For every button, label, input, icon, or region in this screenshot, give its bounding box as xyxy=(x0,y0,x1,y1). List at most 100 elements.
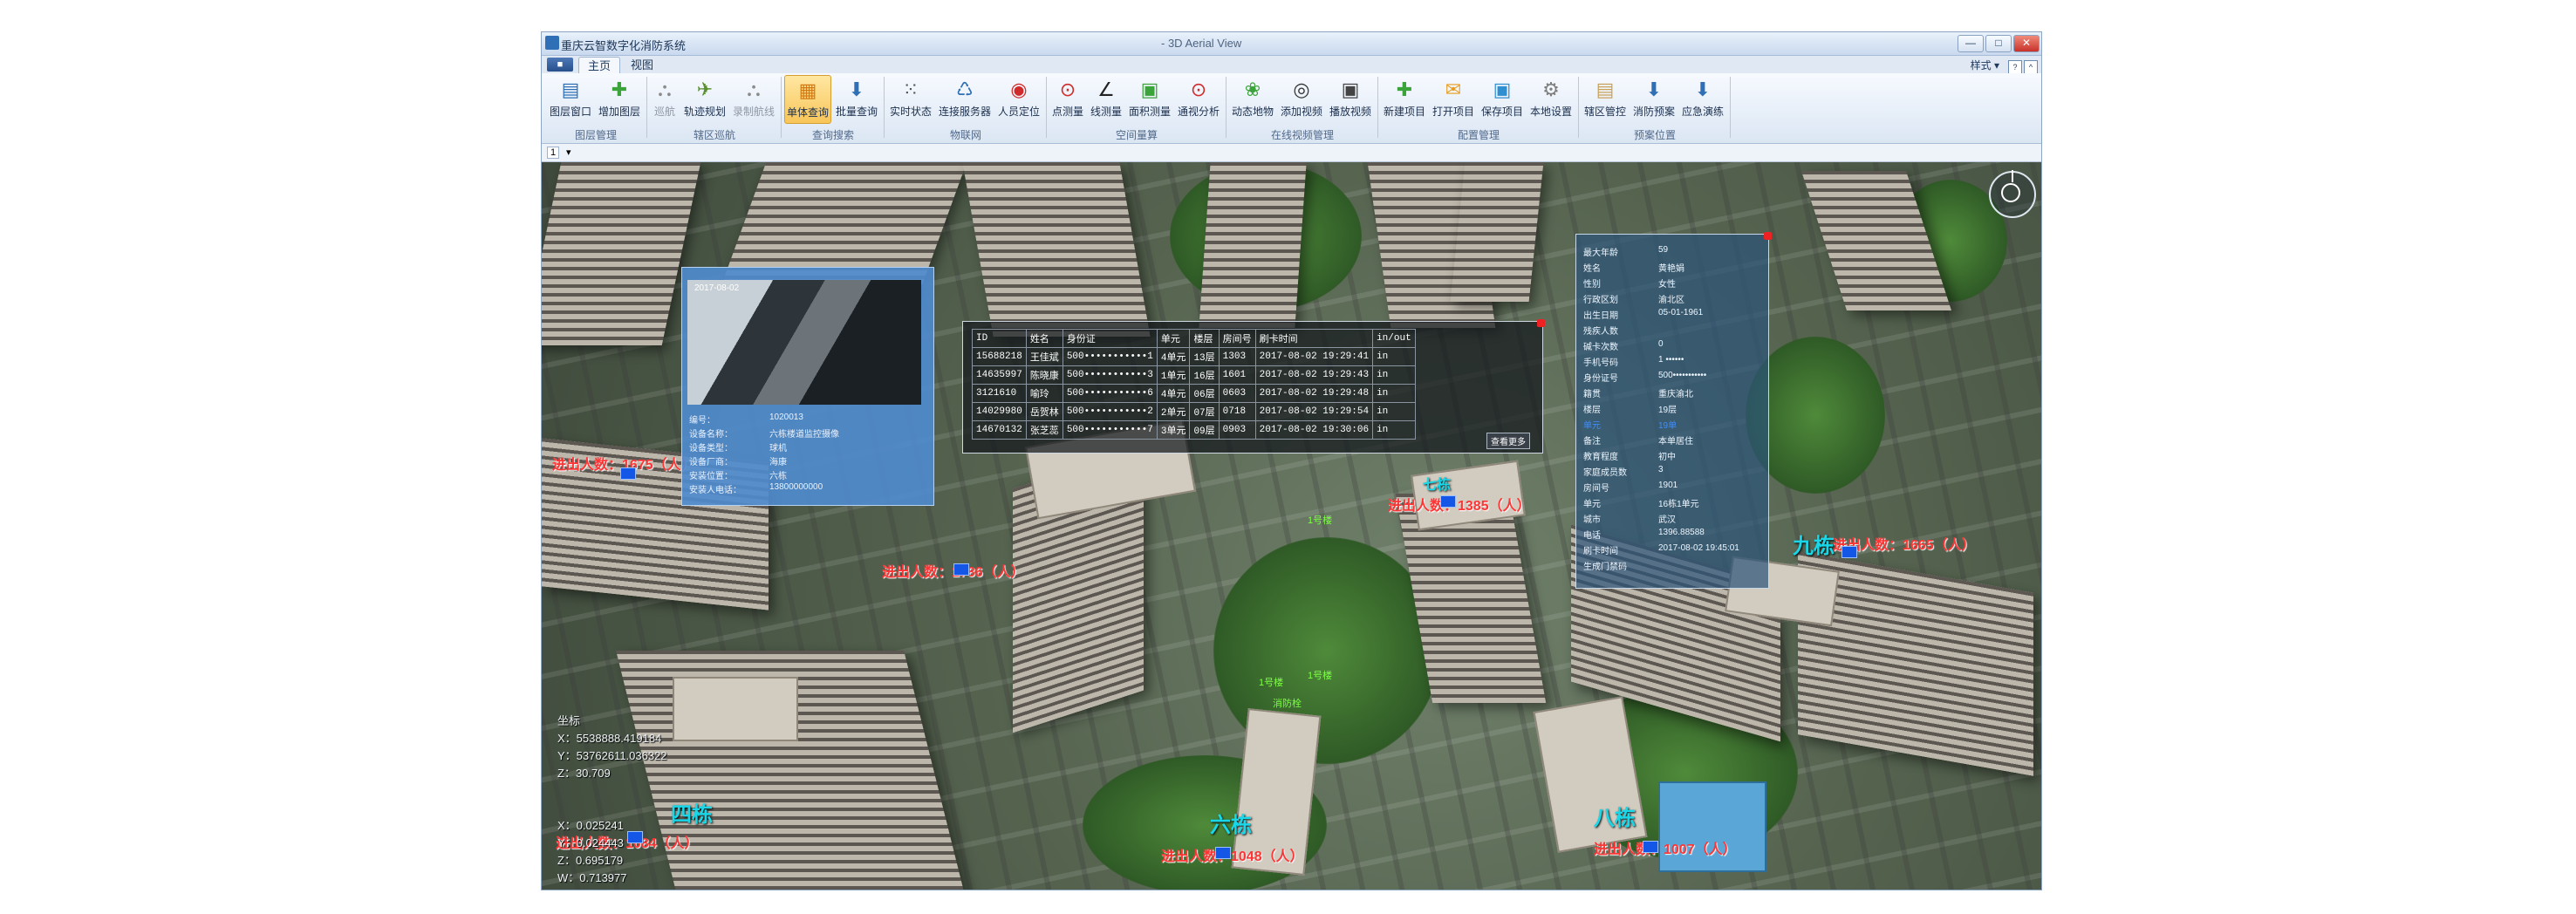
table-cell: 3121610 xyxy=(972,384,1027,403)
ribbon-button-zone-control[interactable]: ▤ 辖区管控 xyxy=(1582,75,1629,124)
video-frame[interactable]: 2017-08-02 xyxy=(687,280,921,405)
ribbon-button-dynamic-feature[interactable]: ❀ 动态地物 xyxy=(1229,75,1276,124)
person-info-value: 初中 xyxy=(1658,453,1676,462)
batch-query-icon: ⬇ xyxy=(848,78,865,100)
table-row[interactable]: 14635997 陈晓康 500•••••••••••3 1单元 16层 1601 2017… xyxy=(972,365,1416,385)
ribbon-button-save[interactable]: ▣ 保存项目 xyxy=(1479,75,1526,124)
ribbon-button-record-route[interactable]: ⛬ 录制航线 xyxy=(730,75,777,124)
coord-x: X：5538888.419184 xyxy=(557,732,662,745)
plus-icon: ✚ xyxy=(611,78,628,100)
minimize-ribbon-icon[interactable]: ^ xyxy=(2024,60,2038,74)
table-row[interactable]: 15688218 王佳斌 500•••••••••••1 4单元 13层 1303 2017… xyxy=(972,347,1416,366)
ribbon-button-label: 单体查询 xyxy=(786,106,829,119)
person-info-label: 生成门禁码 xyxy=(1583,563,1627,572)
table-header-cell[interactable]: 姓名 xyxy=(1025,329,1063,348)
ribbon-button-single-query[interactable]: ▦ 单体查询 xyxy=(784,75,831,124)
map-tag[interactable]: 1号楼 xyxy=(1308,513,1332,527)
ribbon-button-person-locate[interactable]: ◉ 人员定位 xyxy=(995,75,1042,124)
camera-marker-icon[interactable] xyxy=(1643,841,1658,853)
person-info-value: 1396.88588 xyxy=(1658,528,1705,537)
ribbon-button-drill[interactable]: ⬇ 应急演练 xyxy=(1679,75,1726,124)
table-cell: 2017-08-02 19:29:54 xyxy=(1254,402,1374,421)
building-label-4[interactable]: 四栋 xyxy=(671,797,713,828)
table-row[interactable]: 14029980 岳贺林 500•••••••••••2 2单元 07层 0718 2017… xyxy=(972,402,1416,421)
layers-icon: ▤ xyxy=(561,78,580,100)
table-cell: 张芝蕊 xyxy=(1025,420,1063,440)
ribbon-button-add-video[interactable]: ◎ 添加视频 xyxy=(1278,75,1325,124)
table-header-cell[interactable]: 房间号 xyxy=(1218,329,1256,348)
table-header-cell[interactable]: 楼层 xyxy=(1189,329,1220,348)
access-record-popup[interactable]: ID 姓名 身份证 单元 楼层 房间号 刷卡时间 in/out 15688218 王佳斌 500•… xyxy=(962,319,1545,454)
help-icon[interactable]: ? xyxy=(2008,60,2022,74)
page-tab-dropdown-icon[interactable]: ▾ xyxy=(566,147,571,158)
camera-marker-icon[interactable] xyxy=(953,563,969,576)
ribbon-button-road[interactable]: ⛬ 巡航 xyxy=(650,75,680,124)
table-header-cell[interactable]: 刷卡时间 xyxy=(1254,329,1374,348)
person-info-label: 姓名 xyxy=(1583,264,1601,274)
minimize-button[interactable]: — xyxy=(1958,35,1984,52)
ribbon-button-settings[interactable]: ⚙ 本地设置 xyxy=(1527,75,1575,124)
table-header-cell[interactable]: in/out xyxy=(1372,329,1416,348)
map-3d-view[interactable]: 四栋 进出人数：1084（人） 六栋 进出人数：1048（人） 七栋 进出人数：… xyxy=(542,162,2041,890)
building-label-6[interactable]: 六栋 xyxy=(1210,808,1252,838)
ribbon-button-batch-query[interactable]: ⬇ 批量查询 xyxy=(833,75,880,124)
ribbon-button-sight[interactable]: ⊙ 通视分析 xyxy=(1175,75,1222,124)
close-icon[interactable] xyxy=(1764,232,1772,240)
camera-marker-icon[interactable] xyxy=(1440,495,1456,508)
style-menu[interactable]: 样式 ▾ xyxy=(1971,58,1999,72)
video-info-label: 编号： xyxy=(689,416,715,426)
ribbon-button-label: 添加视频 xyxy=(1280,106,1322,118)
map-tag[interactable]: 消防栓 xyxy=(1273,696,1302,710)
table-row[interactable]: 3121610 喻玲 500•••••••••••6 4单元 06层 0603 2017-0… xyxy=(972,384,1416,403)
ribbon-button-route[interactable]: ✈ 轨迹规划 xyxy=(681,75,728,124)
ribbon-button-area-measure[interactable]: ▣ 面积测量 xyxy=(1126,75,1173,124)
ribbon-button-label: 辖区管控 xyxy=(1583,106,1626,118)
building-label-9[interactable]: 九栋 xyxy=(1793,529,1835,559)
person-info-label: 电话 xyxy=(1583,531,1601,541)
ribbon-button-play-video[interactable]: ▣ 播放视频 xyxy=(1327,75,1374,124)
close-button[interactable]: ✕ xyxy=(2013,35,2040,52)
page-tab[interactable]: 1 xyxy=(547,147,560,159)
building-label-8[interactable]: 八栋 xyxy=(1594,801,1636,831)
map-tag[interactable]: 1号楼 xyxy=(1308,668,1332,682)
maximize-button[interactable]: □ xyxy=(1985,35,2012,52)
person-info-label: 楼层 xyxy=(1583,406,1601,415)
close-icon[interactable] xyxy=(1537,319,1545,327)
ribbon-button-grid[interactable]: ⁙ 实时状态 xyxy=(887,75,934,124)
video-timestamp: 2017-08-02 xyxy=(694,283,740,293)
compass-icon[interactable] xyxy=(1989,170,2036,218)
camera-marker-icon[interactable] xyxy=(1841,546,1857,558)
table-header-cell[interactable]: ID xyxy=(972,329,1027,348)
person-info-popup[interactable]: 最大年龄 59 姓名 黄艳娟 性别 女性 行政区划 渝北区 出生日期 05-01-1961 残疾人数… xyxy=(1575,232,1772,589)
building-label-7[interactable]: 七栋 xyxy=(1423,473,1451,494)
person-info-label: 残疾人数 xyxy=(1583,327,1618,337)
record-route-icon: ⛬ xyxy=(747,78,761,100)
table-row[interactable]: 14670132 张芝蕊 500•••••••••••7 3单元 09层 0903 2017… xyxy=(972,420,1416,440)
ribbon-button-label: 新建项目 xyxy=(1383,106,1425,118)
table-header-cell[interactable]: 单元 xyxy=(1156,329,1191,348)
ribbon-button-line-measure[interactable]: ∠ 线测量 xyxy=(1088,75,1124,124)
coord-z: Z：30.709 xyxy=(557,767,611,780)
ribbon-button-pin[interactable]: ⊙ 点测量 xyxy=(1049,75,1086,124)
table-header-cell[interactable]: 身份证 xyxy=(1062,329,1158,348)
tab-view[interactable]: 视图 xyxy=(622,57,662,73)
ribbon-button-new-project[interactable]: ✚ 新建项目 xyxy=(1381,75,1428,124)
table-cell: 07层 xyxy=(1189,402,1220,421)
camera-marker-icon[interactable] xyxy=(627,831,643,843)
drill-icon: ⬇ xyxy=(1694,78,1712,100)
video-popup[interactable]: 2017-08-02 编号： 1020013 设备名称： 六栋楼道监控摄像 设备类型： 球… xyxy=(681,267,934,506)
ribbon-button-layers[interactable]: ▤ 图层窗口 xyxy=(547,75,594,124)
ribbon-button-network[interactable]: ♺ 连接服务器 xyxy=(936,75,994,124)
ribbon-button-plus[interactable]: ✚ 增加图层 xyxy=(596,75,643,124)
tab-home[interactable]: 主页 xyxy=(578,57,621,74)
table-cell: 14029980 xyxy=(972,402,1027,421)
ribbon-button-open-folder[interactable]: ✉ 打开项目 xyxy=(1430,75,1477,124)
table-cell: 王佳斌 xyxy=(1025,347,1063,366)
ribbon-button-fire-plan[interactable]: ⬇ 消防预案 xyxy=(1630,75,1677,124)
table-cell: 1601 xyxy=(1218,365,1256,385)
camera-marker-icon[interactable] xyxy=(1215,847,1231,859)
view-more-button[interactable]: 查看更多 xyxy=(1486,433,1530,449)
map-tag[interactable]: 1号楼 xyxy=(1259,675,1283,689)
camera-marker-icon[interactable] xyxy=(620,467,636,480)
file-menu-button[interactable]: ■ xyxy=(547,58,573,72)
